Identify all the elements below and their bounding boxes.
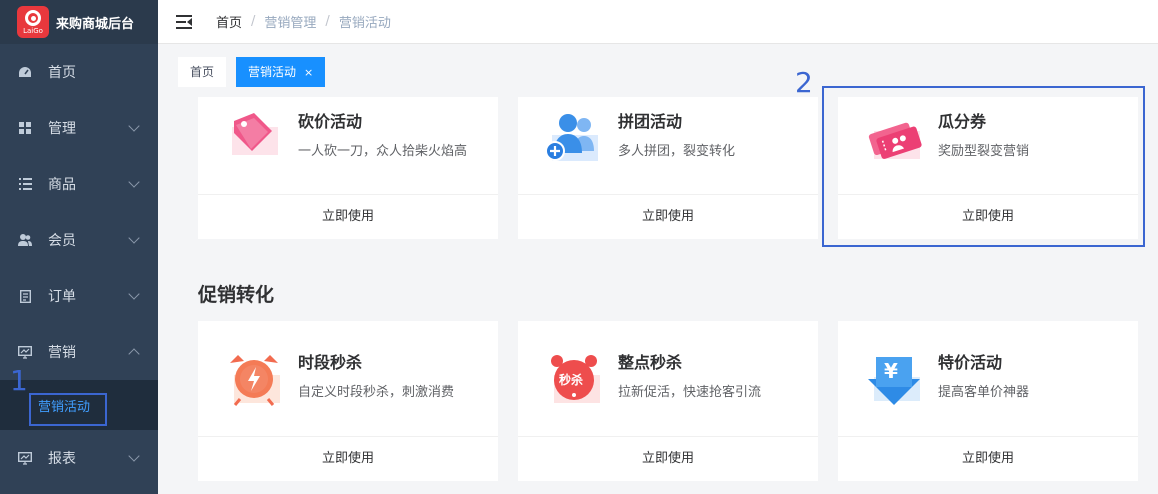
breadcrumb-separator: /: [251, 14, 256, 29]
order-icon: [18, 289, 32, 303]
chevron-down-icon: [128, 450, 140, 462]
marketing-icon: [18, 345, 32, 359]
report-icon: [18, 451, 32, 465]
card-title: 拼团活动: [618, 112, 683, 131]
tag-label: 首页: [190, 65, 215, 79]
card-title: 整点秒杀: [618, 353, 683, 372]
hamburger-icon[interactable]: [176, 14, 192, 29]
use-now-button[interactable]: 立即使用: [518, 437, 818, 481]
chevron-up-icon: [128, 348, 140, 360]
dashboard-icon: [18, 65, 32, 79]
logo-icon: LaiGo: [17, 6, 49, 38]
yuan-badge: ¥: [884, 359, 898, 383]
card-desc: 多人拼团，裂变转化: [618, 144, 736, 159]
card-desc: 自定义时段秒杀，刺激消费: [298, 385, 455, 400]
sidebar-item-label: 商品: [48, 177, 76, 193]
sidebar-item-label: 订单: [48, 289, 76, 305]
brand-title: 来购商城后台: [56, 16, 135, 32]
chevron-down-icon: [128, 176, 140, 188]
card-special-price: ¥ 特价活动 提高客单价神器 立即使用: [838, 321, 1138, 481]
sidebar-item-home[interactable]: 首页: [0, 44, 158, 100]
sidebar-item-reports[interactable]: 报表: [0, 430, 158, 486]
tag-marketing-activity[interactable]: 营销活动 ×: [236, 57, 326, 87]
sidebar-item-products[interactable]: 商品: [0, 156, 158, 212]
card-hourly-flash-sale: 秒杀 整点秒杀 拉新促活，快速抢客引流 立即使用: [518, 321, 818, 481]
tag-label: 营销活动: [248, 65, 297, 79]
card-group-buy: 拼团活动 多人拼团，裂变转化 立即使用: [518, 97, 818, 239]
list-icon: [18, 177, 32, 191]
annotation-marker-1: 1: [10, 364, 28, 397]
sidebar-item-manage[interactable]: 管理: [0, 100, 158, 156]
flash-sale-badge: 秒杀: [559, 373, 584, 387]
chevron-down-icon: [128, 288, 140, 300]
alarm-clock-icon: [226, 351, 280, 406]
sidebar-item-label: 会员: [48, 233, 76, 249]
use-now-button[interactable]: 立即使用: [198, 437, 498, 481]
grid-icon: [18, 121, 32, 135]
group-users-icon: [544, 111, 598, 165]
flash-sale-icon: 秒杀: [546, 351, 600, 405]
sidebar-item-members[interactable]: 会员: [0, 212, 158, 268]
bargain-tag-icon: [226, 107, 280, 161]
card-desc: 拉新促活，快速抢客引流: [618, 385, 762, 400]
users-icon: [18, 233, 32, 247]
card-desc: 提高客单价神器: [938, 385, 1030, 400]
highlight-box-2: [822, 86, 1145, 247]
sidebar-item-label: 首页: [48, 65, 76, 81]
card-title: 砍价活动: [298, 112, 363, 131]
yuan-tag-icon: ¥: [866, 353, 920, 407]
card-title: 时段秒杀: [298, 353, 363, 372]
card-desc: 一人砍一刀，众人拾柴火焰高: [298, 144, 468, 159]
chevron-down-icon: [128, 120, 140, 132]
tag-home[interactable]: 首页: [178, 57, 227, 87]
use-now-button[interactable]: 立即使用: [198, 195, 498, 239]
sidebar-item-orders[interactable]: 订单: [0, 268, 158, 324]
use-now-button[interactable]: 立即使用: [838, 437, 1138, 481]
breadcrumb-current: 营销活动: [338, 16, 391, 31]
breadcrumb-home[interactable]: 首页: [216, 12, 242, 31]
close-icon[interactable]: ×: [304, 66, 313, 79]
breadcrumb-marketing-management: 营销管理: [264, 16, 317, 31]
use-now-button[interactable]: 立即使用: [518, 195, 818, 239]
card-title: 特价活动: [938, 353, 1003, 372]
chevron-down-icon: [128, 232, 140, 244]
sidebar-item-label: 报表: [48, 451, 76, 467]
logo-text: LaiGo: [23, 27, 43, 35]
breadcrumb-separator: /: [325, 14, 330, 29]
breadcrumb: 首页 / 营销管理 / 营销活动: [216, 12, 391, 31]
brand[interactable]: LaiGo 来购商城后台: [0, 0, 158, 44]
top-navbar: 首页 / 营销管理 / 营销活动: [158, 0, 1158, 44]
highlight-box-1: [29, 393, 107, 426]
card-timed-flash-sale: 时段秒杀 自定义时段秒杀，刺激消费 立即使用: [198, 321, 498, 481]
sidebar-item-label: 管理: [48, 121, 76, 137]
section-title: 促销转化: [198, 284, 275, 306]
annotation-marker-2: 2: [795, 66, 813, 99]
sidebar-item-label: 营销: [48, 345, 76, 361]
card-bargain: 砍价活动 一人砍一刀，众人拾柴火焰高 立即使用: [198, 97, 498, 239]
